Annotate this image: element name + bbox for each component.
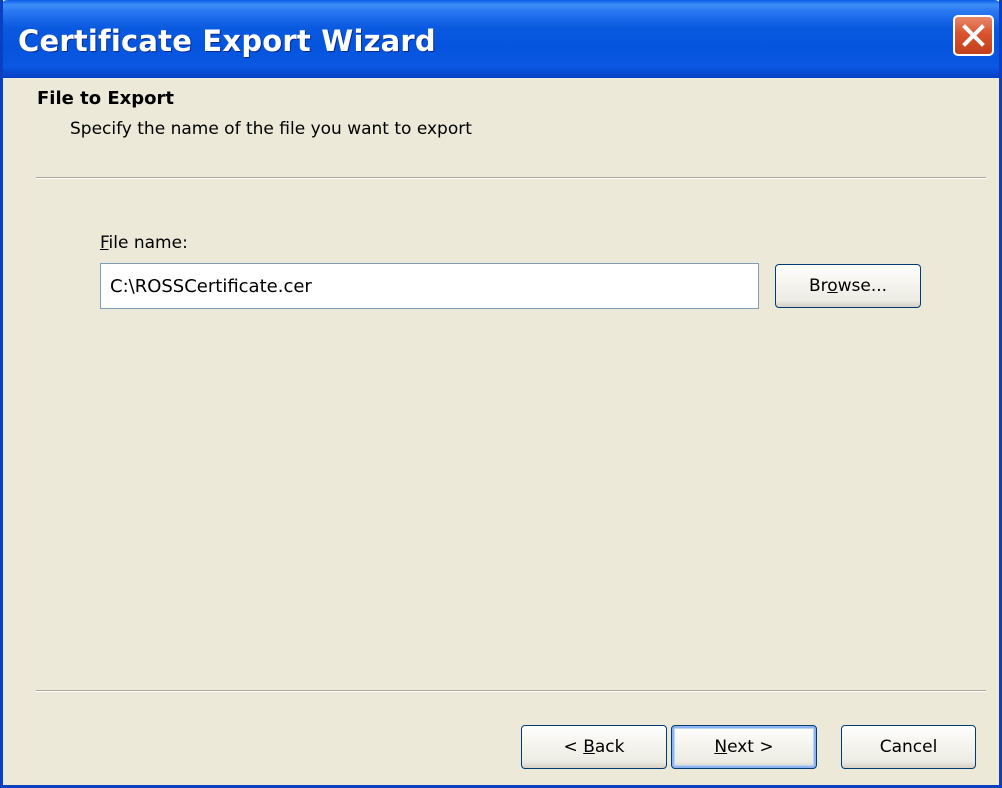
next-label-mnemonic: N <box>714 737 728 757</box>
next-button[interactable]: Next > <box>671 725 817 769</box>
certificate-export-wizard-window: Certificate Export Wizard File to Export… <box>0 0 1002 788</box>
next-label-post: ext > <box>727 737 774 757</box>
wizard-content: File to Export Specify the name of the f… <box>3 78 999 785</box>
browse-button[interactable]: Browse... <box>775 264 921 308</box>
browse-label-pre: Br <box>808 276 828 296</box>
title-bar: Certificate Export Wizard <box>3 0 999 78</box>
browse-label-post: wse... <box>837 276 888 296</box>
close-button[interactable] <box>953 15 994 56</box>
page-title: File to Export <box>37 88 174 109</box>
file-name-label-mnemonic: F <box>100 233 109 253</box>
browse-label-mnemonic: o <box>827 276 838 296</box>
header-divider <box>36 177 986 179</box>
close-icon <box>962 24 985 47</box>
back-label-post: ack <box>594 737 625 757</box>
file-name-label: File name: <box>100 233 188 253</box>
back-label-pre: < <box>563 737 584 757</box>
cancel-button[interactable]: Cancel <box>841 725 976 769</box>
back-label-mnemonic: B <box>583 737 595 757</box>
footer-divider <box>36 690 986 692</box>
file-name-label-text: ile name: <box>108 233 188 253</box>
back-button[interactable]: < Back <box>521 725 667 769</box>
page-subtitle: Specify the name of the file you want to… <box>70 119 472 139</box>
file-name-input[interactable] <box>100 263 759 309</box>
window-title: Certificate Export Wizard <box>18 24 436 58</box>
